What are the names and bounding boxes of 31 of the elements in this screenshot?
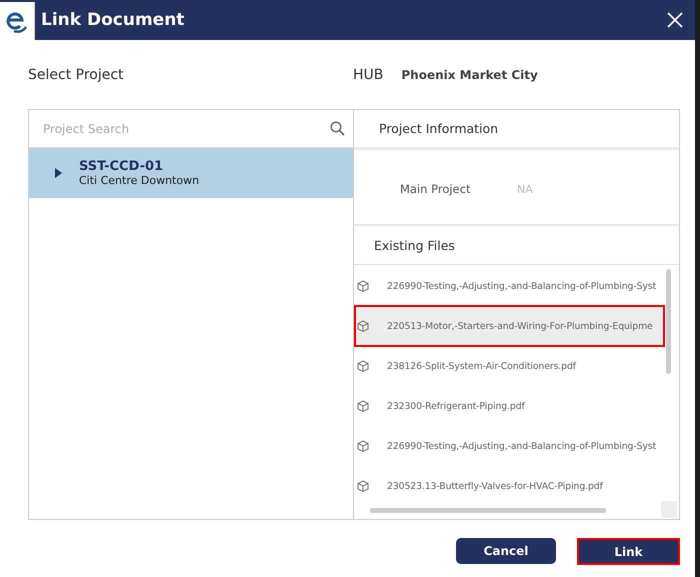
cube-icon [357, 400, 369, 412]
file-item[interactable]: 232300-Refrigerant-Piping.pdf [354, 386, 665, 426]
cube-icon [357, 320, 369, 332]
close-icon [666, 11, 684, 29]
file-item[interactable]: 230523.13-Butterfly-Valves-for-HVAC-Piping.pdf [354, 466, 665, 506]
file-item[interactable]: 238126-Split-System-Air-Conditioners.pdf [354, 346, 665, 386]
cube-icon [357, 360, 369, 372]
dialog-button[interactable]: Link [577, 538, 680, 565]
section-header: Project Information [354, 110, 679, 150]
file-item[interactable]: 220513-Motor,-Starters-and-Wiring-For-Plumbing-Equipme [354, 305, 665, 347]
field-value: Phoenix Market City [401, 68, 538, 82]
section-header: Existing Files [354, 224, 679, 265]
scrollbar[interactable] [370, 508, 606, 512]
section-label: Select Project [28, 66, 125, 82]
scrollbar[interactable] [666, 269, 671, 374]
project-name: Citi Centre Downtown [79, 174, 200, 187]
cube-icon [357, 440, 369, 452]
cube-icon [357, 280, 369, 292]
file-item[interactable]: 226990-Testing,-Adjusting,-and-Balancing-of-Plumbing-Syst [354, 266, 665, 306]
dialog-button[interactable]: Cancel [456, 538, 556, 564]
search-icon [330, 121, 345, 136]
project-code: SST-CCD-01 [79, 159, 164, 174]
field-value: NA [517, 182, 533, 196]
window-title: Link Document [41, 10, 186, 30]
file-item[interactable]: 226990-Testing,-Adjusting,-and-Balancing-of-Plumbing-Syst [354, 426, 665, 466]
project-item[interactable]: SST-CCD-01 Citi Centre Downtown [29, 148, 353, 198]
cube-icon [357, 480, 369, 492]
field-label: HUB [353, 66, 384, 82]
scrollbar-corner [661, 501, 677, 518]
caret-icon [54, 168, 64, 178]
field-label: Main Project [400, 182, 472, 196]
